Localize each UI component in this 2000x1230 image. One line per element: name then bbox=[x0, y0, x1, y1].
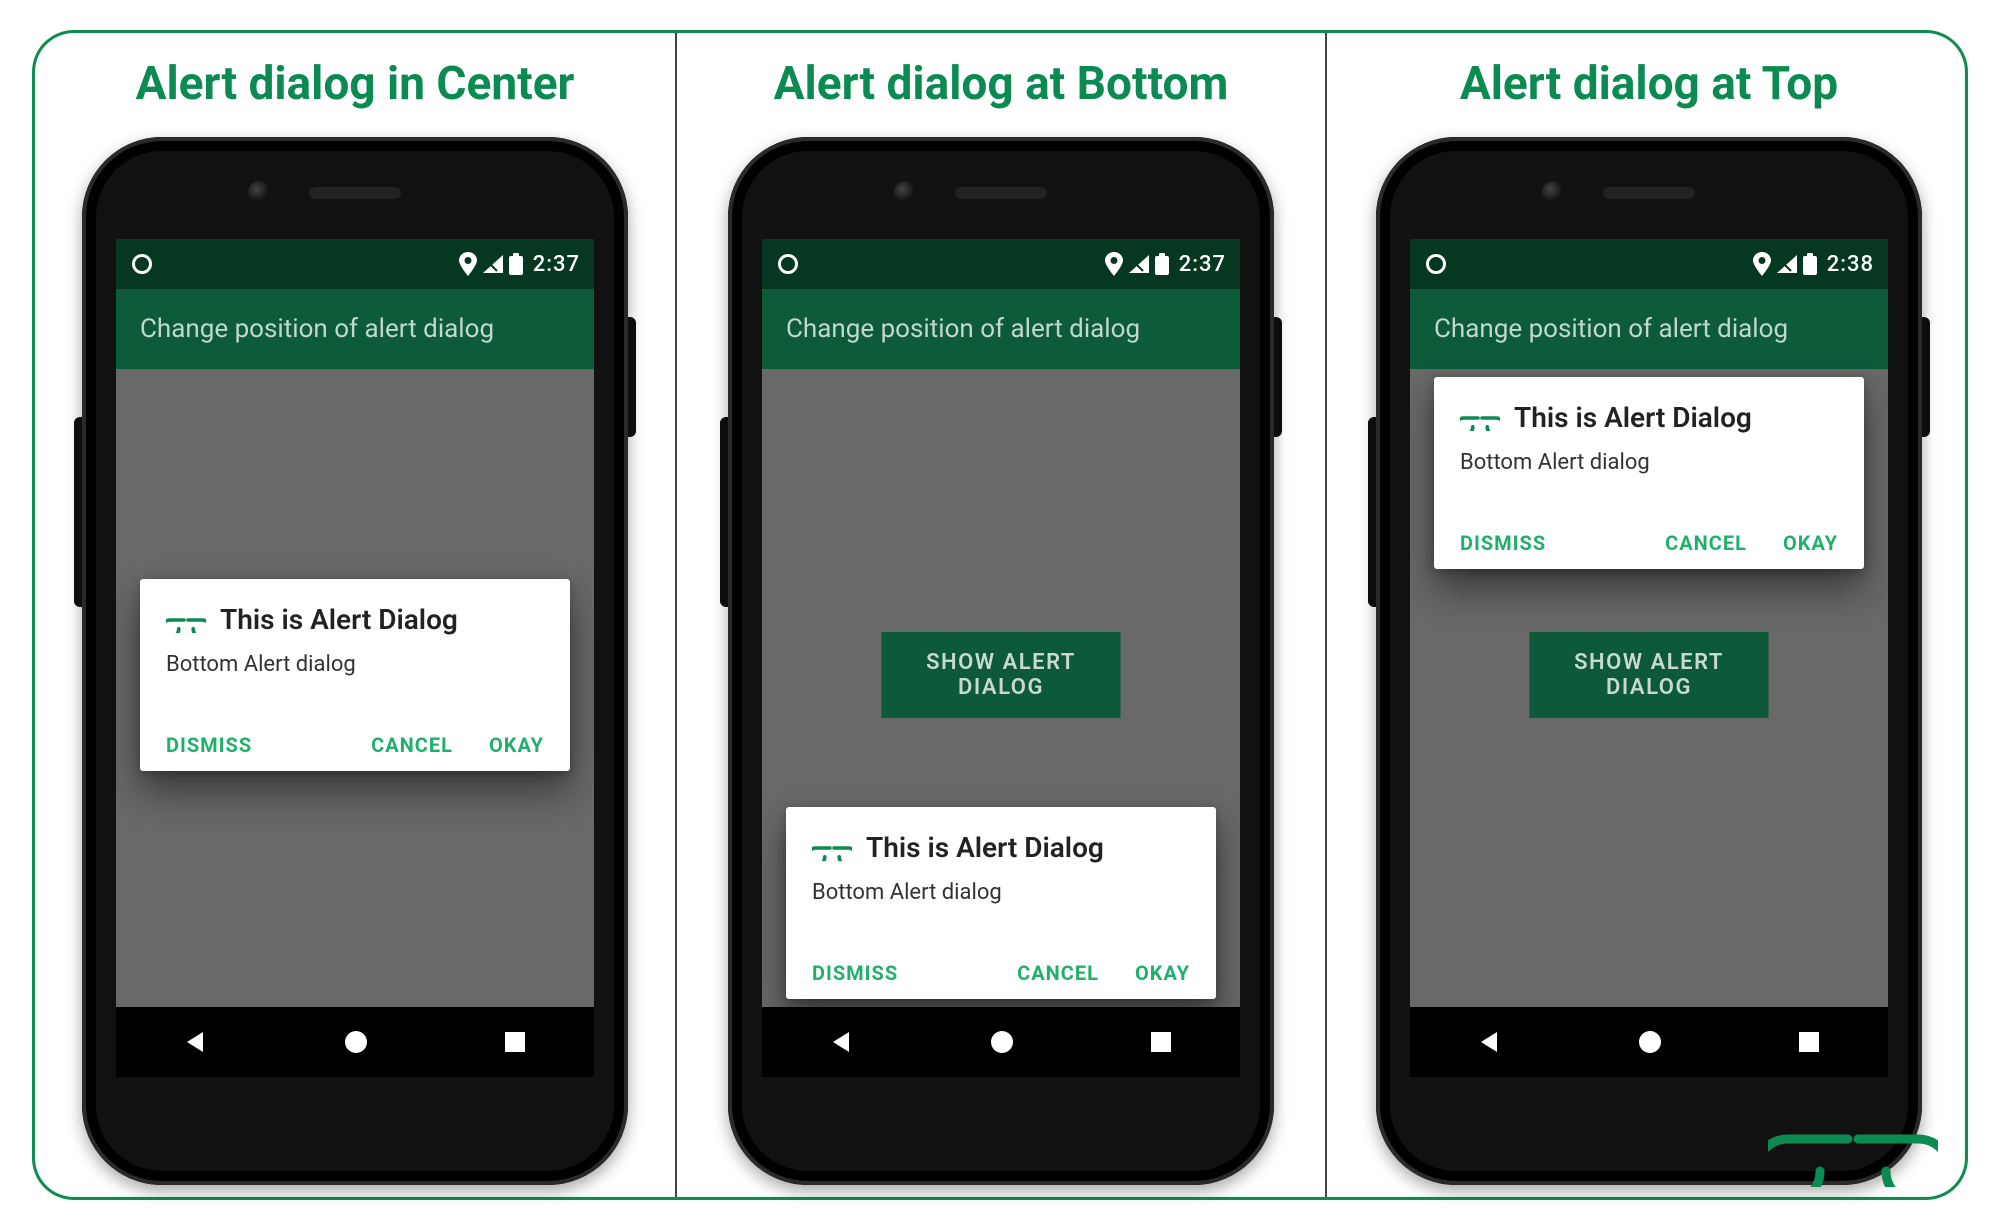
nav-recent-icon[interactable] bbox=[503, 1030, 527, 1054]
image-frame: Alert dialog in Center bbox=[32, 30, 1968, 1200]
column-title-center: Alert dialog in Center bbox=[136, 57, 575, 111]
dismiss-button[interactable]: DISMISS bbox=[1460, 531, 1546, 555]
nav-dot-icon bbox=[778, 254, 798, 274]
location-icon bbox=[1753, 252, 1771, 276]
column-bottom: Alert dialog at Bottom bbox=[675, 33, 1327, 1197]
phone-earpiece bbox=[1603, 187, 1695, 199]
nav-back-icon[interactable] bbox=[829, 1029, 855, 1055]
navigation-bar bbox=[762, 1007, 1240, 1077]
navigation-bar bbox=[116, 1007, 594, 1077]
alert-dialog: This is Alert Dialog Bottom Alert dialog… bbox=[140, 579, 570, 771]
battery-icon bbox=[1803, 253, 1817, 275]
battery-icon bbox=[509, 253, 523, 275]
column-title-top: Alert dialog at Top bbox=[1460, 57, 1838, 111]
status-clock: 2:38 bbox=[1827, 252, 1874, 277]
dismiss-button[interactable]: DISMISS bbox=[166, 733, 252, 757]
cancel-button[interactable]: CANCEL bbox=[1665, 531, 1747, 555]
status-clock: 2:37 bbox=[533, 252, 580, 277]
phone-power-button bbox=[1922, 317, 1930, 437]
status-bar: 2:37 bbox=[116, 239, 594, 289]
location-icon bbox=[459, 252, 477, 276]
status-bar: 2:38 bbox=[1410, 239, 1888, 289]
okay-button[interactable]: OKAY bbox=[1783, 531, 1838, 555]
phone-screen: 2:37 Change position of alert dialog SHO… bbox=[116, 239, 594, 1077]
location-icon bbox=[1105, 252, 1123, 276]
battery-icon bbox=[1155, 253, 1169, 275]
okay-button[interactable]: OKAY bbox=[489, 733, 544, 757]
nav-recent-icon[interactable] bbox=[1149, 1030, 1173, 1054]
dialog-actions: DISMISS CANCEL OKAY bbox=[1460, 531, 1838, 555]
phone-front-camera bbox=[894, 181, 916, 203]
status-bar: 2:37 bbox=[762, 239, 1240, 289]
phone-screen: 2:37 Change position of alert dialog SHO… bbox=[762, 239, 1240, 1077]
app-bar-title: Change position of alert dialog bbox=[1434, 314, 1788, 344]
nav-back-icon[interactable] bbox=[1477, 1029, 1503, 1055]
gfg-brand-icon bbox=[1763, 1089, 1943, 1189]
phone-volume-rocker bbox=[720, 417, 728, 607]
phone-front-camera bbox=[1542, 181, 1564, 203]
signal-icon bbox=[1777, 255, 1797, 273]
dialog-message: Bottom Alert dialog bbox=[1460, 450, 1838, 475]
okay-button[interactable]: OKAY bbox=[1135, 961, 1190, 985]
phone-front-camera bbox=[248, 181, 270, 203]
cancel-button[interactable]: CANCEL bbox=[371, 733, 453, 757]
phone-volume-rocker bbox=[74, 417, 82, 607]
dialog-actions: DISMISS CANCEL OKAY bbox=[812, 961, 1190, 985]
app-bar-title: Change position of alert dialog bbox=[786, 314, 1140, 344]
navigation-bar bbox=[1410, 1007, 1888, 1077]
device-frame: 2:38 Change position of alert dialog SHO… bbox=[1376, 137, 1922, 1185]
app-bar: Change position of alert dialog bbox=[762, 289, 1240, 369]
app-bar-title: Change position of alert dialog bbox=[140, 314, 494, 344]
nav-dot-icon bbox=[132, 254, 152, 274]
app-content: SHOW ALERT DIALOG This is Alert Dialog B… bbox=[762, 369, 1240, 1007]
nav-dot-icon bbox=[1426, 254, 1446, 274]
nav-home-icon[interactable] bbox=[1637, 1029, 1663, 1055]
phone-volume-rocker bbox=[1368, 417, 1376, 607]
show-alert-button[interactable]: SHOW ALERT DIALOG bbox=[882, 632, 1121, 718]
phone-earpiece bbox=[309, 187, 401, 199]
dialog-message: Bottom Alert dialog bbox=[166, 652, 544, 677]
phone-screen: 2:38 Change position of alert dialog SHO… bbox=[1410, 239, 1888, 1077]
column-center: Alert dialog in Center bbox=[35, 33, 675, 1197]
signal-icon bbox=[1129, 255, 1149, 273]
gfg-logo-icon bbox=[166, 607, 206, 633]
column-top: Alert dialog at Top bbox=[1327, 33, 1971, 1197]
dialog-message: Bottom Alert dialog bbox=[812, 880, 1190, 905]
app-content: SHOW ALERT DIALOG This is Alert Dialog B… bbox=[1410, 369, 1888, 1007]
phone-power-button bbox=[628, 317, 636, 437]
nav-recent-icon[interactable] bbox=[1797, 1030, 1821, 1054]
app-content: SHOW ALERT DIALOG This is Alert Dialog B… bbox=[116, 369, 594, 1007]
nav-home-icon[interactable] bbox=[343, 1029, 369, 1055]
nav-home-icon[interactable] bbox=[989, 1029, 1015, 1055]
device-frame: 2:37 Change position of alert dialog SHO… bbox=[728, 137, 1274, 1185]
dialog-actions: DISMISS CANCEL OKAY bbox=[166, 733, 544, 757]
cancel-button[interactable]: CANCEL bbox=[1017, 961, 1099, 985]
signal-icon bbox=[483, 255, 503, 273]
dialog-title: This is Alert Dialog bbox=[1514, 401, 1752, 434]
column-title-bottom: Alert dialog at Bottom bbox=[774, 57, 1229, 111]
alert-dialog: This is Alert Dialog Bottom Alert dialog… bbox=[1434, 377, 1864, 569]
device-frame: 2:37 Change position of alert dialog SHO… bbox=[82, 137, 628, 1185]
app-bar: Change position of alert dialog bbox=[1410, 289, 1888, 369]
dismiss-button[interactable]: DISMISS bbox=[812, 961, 898, 985]
status-clock: 2:37 bbox=[1179, 252, 1226, 277]
dialog-title: This is Alert Dialog bbox=[220, 603, 458, 636]
show-alert-button[interactable]: SHOW ALERT DIALOG bbox=[1530, 632, 1769, 718]
gfg-logo-icon bbox=[812, 835, 852, 861]
phone-power-button bbox=[1274, 317, 1282, 437]
phone-earpiece bbox=[955, 187, 1047, 199]
alert-dialog: This is Alert Dialog Bottom Alert dialog… bbox=[786, 807, 1216, 999]
app-bar: Change position of alert dialog bbox=[116, 289, 594, 369]
nav-back-icon[interactable] bbox=[183, 1029, 209, 1055]
dialog-title: This is Alert Dialog bbox=[866, 831, 1104, 864]
gfg-logo-icon bbox=[1460, 405, 1500, 431]
